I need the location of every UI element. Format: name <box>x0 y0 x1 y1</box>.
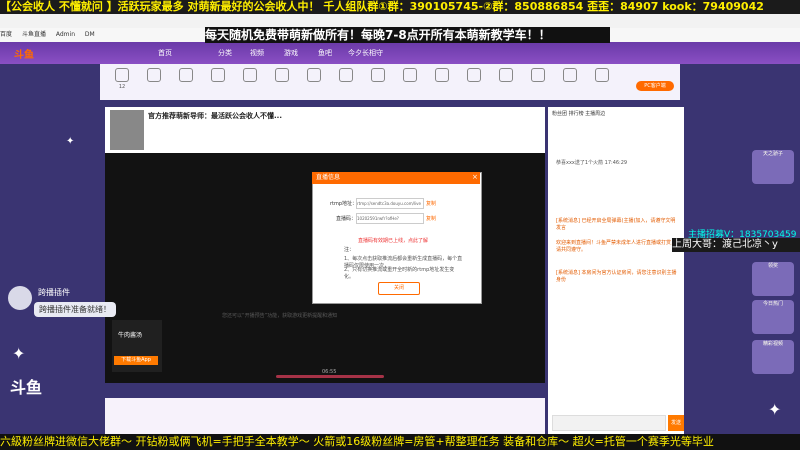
tool-icon <box>339 68 353 82</box>
chat-input[interactable] <box>552 415 666 431</box>
tool-icon <box>595 68 609 82</box>
tool-icon <box>499 68 513 82</box>
tool-icon <box>307 68 321 82</box>
dialog-title: 直播信息 <box>312 172 480 184</box>
category-item[interactable] <box>204 68 232 84</box>
category-item[interactable] <box>236 68 264 84</box>
room-title: 官方推荐萌新导师：最活跃公会收人不懂... <box>148 112 282 120</box>
tool-icon <box>179 68 193 82</box>
category-item[interactable] <box>524 68 552 84</box>
plugin-avatar <box>8 286 32 310</box>
close-icon[interactable]: × <box>472 173 478 181</box>
tool-icon <box>147 68 161 82</box>
plugin-name: 跨播插件 <box>38 288 70 297</box>
calendar-icon <box>115 68 129 82</box>
category-item[interactable] <box>268 68 296 84</box>
category-item[interactable] <box>172 68 200 84</box>
pc-client-button[interactable]: PC客户端 <box>636 81 674 91</box>
tool-icon <box>531 68 545 82</box>
tool-icon <box>563 68 577 82</box>
category-item[interactable] <box>300 68 328 84</box>
note-line: 2、只有切换推流或重开全时新的rtmp地址发生变化。 <box>344 267 455 280</box>
nav-yuba[interactable]: 鱼吧 <box>318 48 332 58</box>
category-item[interactable] <box>588 68 616 84</box>
sidebar-card[interactable]: 精彩视频 <box>752 340 794 374</box>
list-item: 欢迎来到直播间！斗鱼严禁未成年人进行直播或打赏，请共同遵守。 <box>556 240 677 253</box>
sidebar-card[interactable]: 今日热门 <box>752 300 794 334</box>
dialog-close-button[interactable]: 关闭 <box>378 282 420 295</box>
gift-bar <box>105 398 545 434</box>
send-button[interactable]: 发送 <box>668 415 684 431</box>
bookmark-item[interactable]: Admin <box>56 31 75 38</box>
code-label: 直播码： <box>336 216 357 222</box>
category-item[interactable] <box>492 68 520 84</box>
bookmark-item[interactable]: 百度 <box>0 31 12 38</box>
download-app-button[interactable]: 下载斗鱼App <box>114 356 158 365</box>
sidebar-card[interactable]: 领奖 <box>752 262 794 296</box>
chat-gift-line: 恭喜xxx送了1个火箭 17:46:29 <box>556 160 628 166</box>
bookmark-item[interactable]: 斗鱼直播 <box>22 31 46 38</box>
category-item[interactable] <box>396 68 424 84</box>
sparkle-icon: ✦ <box>66 136 75 147</box>
tool-icon <box>467 68 481 82</box>
sparkle-icon: ✦ <box>12 344 26 363</box>
top-fan-tag: 上周大哥：渡己北凉丶y <box>672 238 800 252</box>
warning-text[interactable]: 直播码有效期已上线，点此了解 <box>358 237 428 244</box>
category-item[interactable] <box>428 68 456 84</box>
category-item[interactable] <box>460 68 488 84</box>
category-item[interactable] <box>556 68 584 84</box>
copy-button[interactable]: 复制 <box>426 215 436 222</box>
tool-icon <box>211 68 225 82</box>
tool-icon <box>243 68 257 82</box>
bookmark-item[interactable]: DM <box>85 31 95 38</box>
nav-game[interactable]: 游戏 <box>284 48 298 58</box>
code-field[interactable]: 10202591rwfr?ofHe?xxSecrets=********* <box>356 213 424 224</box>
bottom-banner: 六級粉丝牌进微信大佬群～ 开钻粉或俩飞机=手把手全本教学～ 火箭或16级粉丝牌=… <box>0 434 800 450</box>
list-item: [系统消息] 已经开启全局弹幕(主播)加入，请遵守文明发言 <box>556 218 676 231</box>
tool-icon <box>371 68 385 82</box>
category-item[interactable]: 12 <box>108 68 136 90</box>
category-item[interactable] <box>140 68 168 84</box>
site-logo[interactable]: 斗鱼 <box>14 46 34 61</box>
rtmp-field[interactable]: rtmp://sendtc3a.douyu.com/live <box>356 198 424 209</box>
tool-icon <box>403 68 417 82</box>
list-item: [系统消息] 本房间为官方认证房间，请您注意识别主播身份 <box>556 270 677 283</box>
nav-category[interactable]: 分类 <box>218 48 232 58</box>
nav-room[interactable]: 今夕长相守 <box>348 48 383 58</box>
sidebar-card[interactable]: 天之骄子 <box>752 150 794 184</box>
copy-button[interactable]: 复制 <box>426 200 436 207</box>
avatar[interactable] <box>110 110 144 150</box>
plugin-message: 跨播插件准备就绪！ <box>34 302 116 317</box>
rtmp-label: rtmp地址： <box>330 201 358 207</box>
douyu-logo: 斗鱼 <box>10 378 43 397</box>
category-item[interactable] <box>364 68 392 84</box>
sparkle-icon: ✦ <box>768 400 782 419</box>
anchor-name: 牛肉酱汤 <box>118 332 143 339</box>
chat-tabs[interactable]: 粉丝团 排行榜 主播周边 <box>552 110 605 117</box>
sub-banner: 每天随机免费带萌新做所有！每晚7-8点开所有本萌新教学车！！ <box>205 27 610 43</box>
site-nav-bar <box>0 42 800 64</box>
note-title: 注： <box>344 247 355 253</box>
nav-video[interactable]: 视频 <box>250 48 264 58</box>
tool-icon <box>435 68 449 82</box>
top-banner: 【公会收人 不懂就问 】活跃玩家最多 对萌新最好的公会收人中！ 千人组队群①群：… <box>0 0 800 14</box>
category-item[interactable] <box>332 68 360 84</box>
tool-icon <box>275 68 289 82</box>
nav-home[interactable]: 首页 <box>158 48 172 58</box>
